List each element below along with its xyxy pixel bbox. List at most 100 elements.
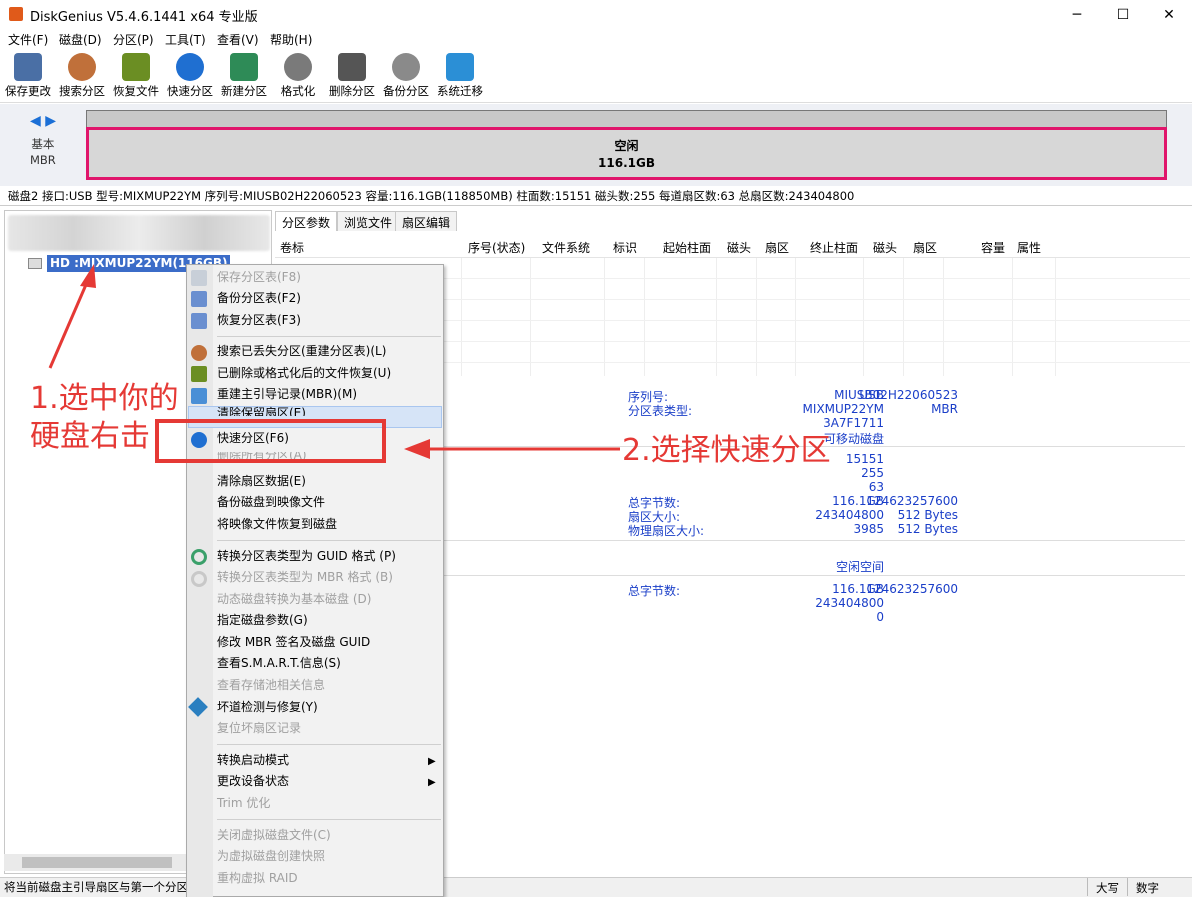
detail-ptype-label: 分区表类型: [628,404,693,418]
ctx-separator [217,819,441,820]
menu-file[interactable]: 文件(F) [8,31,48,48]
detail-model: MIXMUP22YM [802,402,884,416]
ctx-file-recover[interactable]: 已删除或格式化后的文件恢复(U) [217,363,391,384]
grid-col-divider [903,258,904,376]
backup-partition-button[interactable]: 备份分区 [379,51,433,101]
ctx-device-state[interactable]: 更改设备状态 [217,771,289,792]
detail-secsize: 512 Bytes [897,508,958,522]
ctx-boot-mode[interactable]: 转换启动模式 [217,750,289,771]
hard-disk-icon [28,258,42,269]
ctx-separator [217,744,441,745]
close-button[interactable]: ✕ [1146,0,1192,29]
minimize-button[interactable]: ─ [1054,0,1100,29]
col-start-head[interactable]: 磁头 [727,239,751,256]
col-volume-label[interactable]: 卷标 [280,239,304,256]
format-button[interactable]: 格式化 [271,51,325,101]
disk-type-label: 基本 MBR [30,136,56,168]
search-lost-icon [191,345,207,361]
ctx-convert-guid[interactable]: 转换分区表类型为 GUID 格式 (P) [217,546,396,567]
ctx-bad-sector-check[interactable]: 坏道检测与修复(Y) [217,697,318,718]
system-migrate-button[interactable]: 系统迁移 [433,51,487,101]
annotation-step2: 2.选择快速分区 [622,433,831,468]
ctx-virtual-snapshot[interactable]: 为虚拟磁盘创建快照 [217,846,325,867]
ctx-convert-mbr[interactable]: 转换分区表类型为 MBR 格式 (B) [217,567,393,588]
rebuild-mbr-icon [191,388,207,404]
disk-type: 基本 [31,137,55,151]
search-partition-button[interactable]: 搜索分区 [55,51,109,101]
quick-partition-icon [176,53,204,81]
tab-sector-edit[interactable]: 扇区编辑 [395,211,458,231]
col-end-cyl[interactable]: 终止柱面 [810,239,858,256]
menu-tools[interactable]: 工具(T) [165,31,206,48]
grid-col-divider [644,258,645,376]
restore-files-button[interactable]: 恢复文件 [109,51,163,101]
tab-browse-files[interactable]: 浏览文件 [337,211,400,231]
convert-gpt-icon [191,549,207,565]
grid-col-divider [530,258,531,376]
col-end-sector[interactable]: 扇区 [913,239,937,256]
col-start-cyl[interactable]: 起始柱面 [663,239,711,256]
ctx-clear-reserved[interactable]: 清除保留扇区(E) [217,406,306,416]
blurred-tree-items [8,215,270,251]
detail-serial: MIUSB02H22060523 [834,388,958,402]
ctx-backup-table[interactable]: 备份分区表(F2) [217,288,301,309]
grid-col-divider [756,258,757,376]
new-partition-icon [230,53,258,81]
highlight-box [155,419,386,463]
col-index-status[interactable]: 序号(状态) [468,239,525,256]
ctx-close-virtual[interactable]: 关闭虚拟磁盘文件(C) [217,825,331,846]
ctx-backup-image[interactable]: 备份磁盘到映像文件 [217,492,325,513]
ctx-storage-pool[interactable]: 查看存储池相关信息 [217,675,325,696]
delete-partition-button[interactable]: 删除分区 [325,51,379,101]
ctx-rebuild-mbr[interactable]: 重建主引导记录(MBR)(M) [217,384,357,405]
ctx-trim[interactable]: Trim 优化 [217,793,270,814]
ctx-restore-table[interactable]: 恢复分区表(F3) [217,310,301,331]
restore-icon [122,53,150,81]
col-end-head[interactable]: 磁头 [873,239,897,256]
partition-grid-header: 卷标 序号(状态) 文件系统 标识 起始柱面 磁头 扇区 终止柱面 磁头 扇区 … [275,233,1190,258]
restore-table-icon [191,313,207,329]
detail-cylinders: 15151 [845,452,884,466]
col-filesystem[interactable]: 文件系统 [542,239,590,256]
ctx-smart-info[interactable]: 查看S.M.A.R.T.信息(S) [217,653,341,674]
tab-partition-params[interactable]: 分区参数 [275,211,338,231]
grid-col-divider [1012,258,1013,376]
caps-indicator: 大写 [1087,878,1127,896]
free-space-partition[interactable]: 空闲 116.1GB [86,127,1167,180]
ctx-mbr-signature[interactable]: 修改 MBR 签名及磁盘 GUID [217,632,370,653]
col-id[interactable]: 标识 [613,239,637,256]
ctx-dynamic-to-basic[interactable]: 动态磁盘转换为基本磁盘 (D) [217,589,371,610]
grid-col-divider [943,258,944,376]
menu-help[interactable]: 帮助(H) [270,31,312,48]
detail-free-zero: 0 [876,610,884,624]
new-partition-button[interactable]: 新建分区 [217,51,271,101]
ctx-reset-bad-sectors[interactable]: 复位坏扇区记录 [217,718,301,739]
submenu-arrow-icon: ▶ [428,756,436,767]
scrollbar-thumb[interactable] [22,857,172,868]
toolbar: 保存更改 搜索分区 恢复文件 快速分区 新建分区 格式化 删除分区 备份分区 系… [0,49,1192,103]
detail-free-bytes: 124623257600 [866,582,958,596]
ctx-rebuild-raid[interactable]: 重构虚拟 RAID [217,868,298,889]
backup-icon [392,53,420,81]
ctx-clear-sectors[interactable]: 清除扇区数据(E) [217,471,306,492]
search-icon [68,53,96,81]
window-title: DiskGenius V5.4.6.1441 x64 专业版 [30,10,258,25]
detail-free-bytes-label: 总字节数: [628,584,681,598]
partition-name: 空闲 [614,139,639,153]
disk-info-bar: 磁盘2 接口:USB 型号:MIXMUP22YM 序列号:MIUSB02H220… [0,186,1192,206]
menu-partition[interactable]: 分区(P) [113,31,154,48]
disk-nav-arrows[interactable]: ◀ ▶ [30,113,56,129]
ctx-restore-image[interactable]: 将映像文件恢复到磁盘 [217,514,337,535]
col-attributes[interactable]: 属性 [1017,239,1041,256]
col-capacity[interactable]: 容量 [981,239,1005,256]
save-changes-button[interactable]: 保存更改 [1,51,55,101]
quick-partition-button[interactable]: 快速分区 [163,51,217,101]
detail-sectors: 63 [868,480,884,494]
menu-disk[interactable]: 磁盘(D) [59,31,102,48]
menu-view[interactable]: 查看(V) [217,31,259,48]
ctx-search-lost[interactable]: 搜索已丢失分区(重建分区表)(L) [217,341,386,362]
col-start-sector[interactable]: 扇区 [765,239,789,256]
maximize-button[interactable]: ☐ [1100,0,1146,29]
ctx-save-table[interactable]: 保存分区表(F8) [217,267,301,288]
ctx-disk-params[interactable]: 指定磁盘参数(G) [217,610,308,631]
